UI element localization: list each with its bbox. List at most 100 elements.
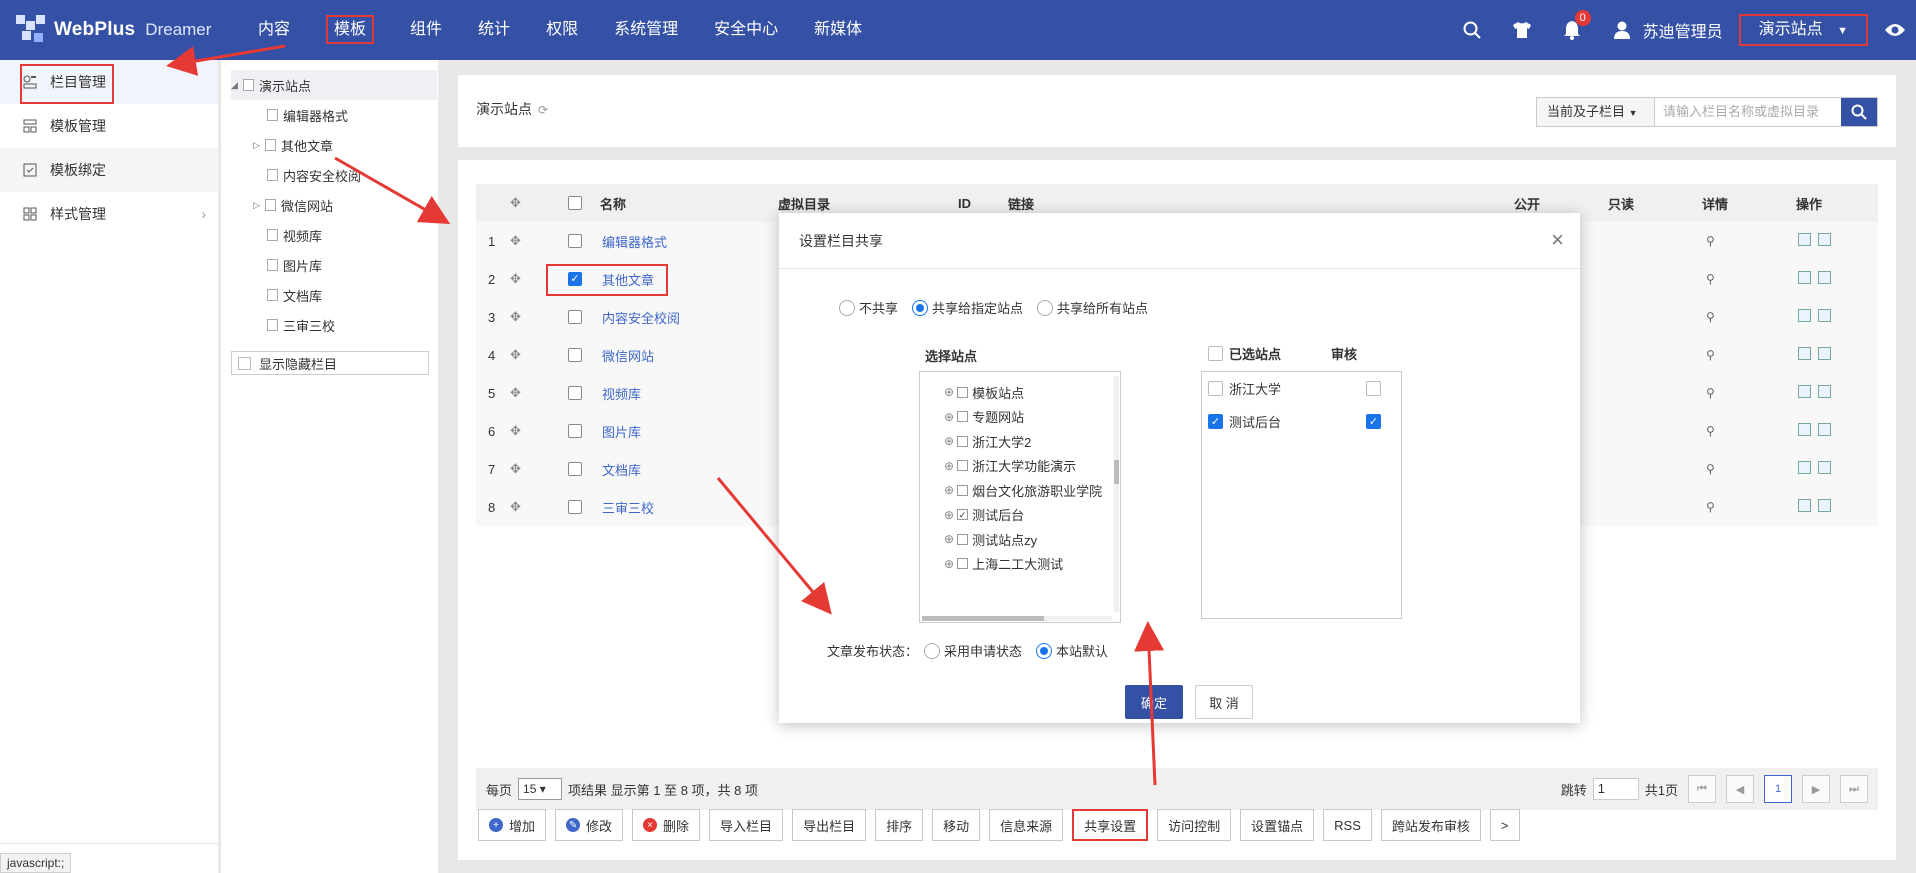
drag-handle-icon[interactable]: ✥ <box>510 385 521 401</box>
tree-node[interactable]: 编辑器格式 <box>267 100 348 130</box>
row-checkbox[interactable] <box>568 348 582 362</box>
site-checkbox[interactable] <box>957 558 969 569</box>
view-page-icon[interactable] <box>1818 309 1831 322</box>
site-option[interactable]: ⊕ 浙江大学功能演示 <box>944 454 1076 478</box>
nav-component[interactable]: 组件 <box>398 0 454 60</box>
detail-magnifier-icon[interactable]: ⚲ <box>1706 310 1715 324</box>
site-option[interactable]: ⊕ ✓ 测试后台 <box>944 503 1024 527</box>
search-input[interactable]: 请输入栏目名称或虚拟目录 <box>1655 98 1841 126</box>
site-checkbox[interactable] <box>957 533 969 545</box>
view-page-icon[interactable] <box>1818 461 1831 474</box>
edit-template-icon[interactable] <box>1798 423 1811 436</box>
column-name-link[interactable]: 编辑器格式 <box>602 232 667 251</box>
prev-page-button[interactable]: ◀ <box>1726 775 1754 803</box>
selected-site-checkbox[interactable] <box>1208 380 1223 396</box>
action-button-13[interactable]: > <box>1489 809 1520 841</box>
detail-magnifier-icon[interactable]: ⚲ <box>1706 462 1715 476</box>
detail-magnifier-icon[interactable]: ⚲ <box>1706 348 1715 362</box>
site-checkbox[interactable] <box>957 484 969 496</box>
sidebar-item-template-bind[interactable]: 模板绑定 <box>0 148 218 192</box>
edit-template-icon[interactable] <box>1798 347 1811 360</box>
view-page-icon[interactable] <box>1818 347 1831 360</box>
horizontal-scrollbar[interactable] <box>922 616 1112 621</box>
column-name-link[interactable]: 内容安全校阅 <box>602 308 680 327</box>
sidebar-item-template-manage[interactable]: 模板管理 <box>0 104 218 148</box>
tree-node[interactable]: 三审三校 <box>267 310 335 340</box>
tree-node[interactable]: 图片库 <box>267 250 322 280</box>
expand-arrow-icon[interactable]: ◢ <box>231 80 243 91</box>
view-page-icon[interactable] <box>1818 385 1831 398</box>
next-page-button[interactable]: ▶ <box>1802 775 1830 803</box>
selected-site-checkbox[interactable]: ✓ <box>1208 413 1223 429</box>
nav-system[interactable]: 系统管理 <box>602 0 690 60</box>
col-link[interactable]: 链接 <box>1008 194 1034 213</box>
row-checkbox[interactable] <box>568 234 582 248</box>
share-none-radio[interactable]: 不共享 <box>839 298 898 317</box>
detail-magnifier-icon[interactable]: ⚲ <box>1706 500 1715 514</box>
row-checkbox[interactable] <box>568 424 582 438</box>
site-option[interactable]: ⊕ 浙江大学2 <box>944 429 1031 453</box>
action-button-0[interactable]: + 增加 <box>478 809 547 841</box>
logo[interactable]: WebPlus Dreamer <box>14 8 211 52</box>
cancel-button[interactable]: 取 消 <box>1195 685 1253 719</box>
column-name-link[interactable]: 微信网站 <box>602 346 654 365</box>
detail-magnifier-icon[interactable]: ⚲ <box>1706 386 1715 400</box>
select-all-selected-checkbox[interactable] <box>1208 346 1223 361</box>
col-readonly[interactable]: 只读 <box>1608 194 1634 213</box>
share-specified-radio[interactable]: 共享给指定站点 <box>912 298 1023 317</box>
column-name-link[interactable]: 图片库 <box>602 422 641 441</box>
detail-magnifier-icon[interactable]: ⚲ <box>1706 424 1715 438</box>
sidebar-item-style-manage[interactable]: 样式管理 › <box>0 192 218 236</box>
sidebar-item-column-manage[interactable]: 栏目管理 <box>0 60 218 104</box>
tshirt-icon[interactable] <box>1511 19 1533 41</box>
share-all-radio[interactable]: 共享给所有站点 <box>1037 298 1148 317</box>
selected-site-item[interactable]: 浙江大学 <box>1208 376 1398 400</box>
select-all-checkbox[interactable] <box>568 196 582 210</box>
first-page-button[interactable]: ⏮ <box>1688 775 1716 803</box>
edit-template-icon[interactable] <box>1798 309 1811 322</box>
column-name-link[interactable]: 文档库 <box>602 460 641 479</box>
action-button-6[interactable]: 移动 <box>932 809 981 841</box>
confirm-button[interactable]: 确定 <box>1125 685 1183 719</box>
row-checkbox[interactable] <box>568 500 582 514</box>
refresh-icon[interactable]: ⟳ <box>538 103 548 117</box>
site-checkbox[interactable] <box>957 386 969 398</box>
edit-template-icon[interactable] <box>1798 461 1811 474</box>
view-page-icon[interactable] <box>1818 271 1831 284</box>
jump-input[interactable]: 1 <box>1592 778 1639 800</box>
last-page-button[interactable]: ⏭ <box>1840 775 1868 803</box>
user-name[interactable]: 苏迪管理员 <box>1643 18 1723 42</box>
action-button-2[interactable]: × 删除 <box>632 809 701 841</box>
collapse-arrow-icon[interactable]: ▷ <box>253 140 265 151</box>
tree-node[interactable]: ▷ 微信网站 <box>253 190 333 220</box>
search-icon[interactable] <box>1461 19 1483 41</box>
column-name-link[interactable]: 三审三校 <box>602 498 654 517</box>
row-checkbox[interactable] <box>568 310 582 324</box>
search-button[interactable] <box>1841 98 1877 126</box>
action-button-4[interactable]: 导出栏目 <box>792 809 867 841</box>
site-option[interactable]: ⊕ 模板站点 <box>944 380 1024 404</box>
col-id[interactable]: ID <box>958 196 971 211</box>
detail-magnifier-icon[interactable]: ⚲ <box>1706 272 1715 286</box>
review-checkbox[interactable] <box>1366 380 1381 396</box>
drag-handle-icon[interactable]: ✥ <box>510 309 521 325</box>
eye-icon[interactable] <box>1884 19 1906 41</box>
action-button-10[interactable]: 设置锚点 <box>1240 809 1315 841</box>
scope-select[interactable]: 当前及子栏目 ▼ <box>1537 98 1655 126</box>
edit-template-icon[interactable] <box>1798 499 1811 512</box>
publish-site-default-radio[interactable]: 本站默认 <box>1036 641 1108 660</box>
drag-handle-icon[interactable]: ✥ <box>510 233 521 249</box>
close-icon[interactable]: × <box>1551 227 1564 253</box>
drag-handle-icon[interactable]: ✥ <box>510 347 521 363</box>
nav-security[interactable]: 安全中心 <box>702 0 790 60</box>
site-option[interactable]: ⊕ 烟台文化旅游职业学院 <box>944 478 1102 502</box>
site-option[interactable]: ⊕ 专题网站 <box>944 405 1024 429</box>
action-button-11[interactable]: RSS <box>1323 809 1372 841</box>
col-vdir[interactable]: 虚拟目录 <box>778 194 830 213</box>
show-hidden-checkbox[interactable] <box>238 356 251 370</box>
vertical-scrollbar[interactable] <box>1114 376 1119 612</box>
edit-template-icon[interactable] <box>1798 271 1811 284</box>
site-checkbox[interactable] <box>957 411 969 422</box>
edit-template-icon[interactable] <box>1798 233 1811 246</box>
nav-content[interactable]: 内容 <box>246 0 302 60</box>
